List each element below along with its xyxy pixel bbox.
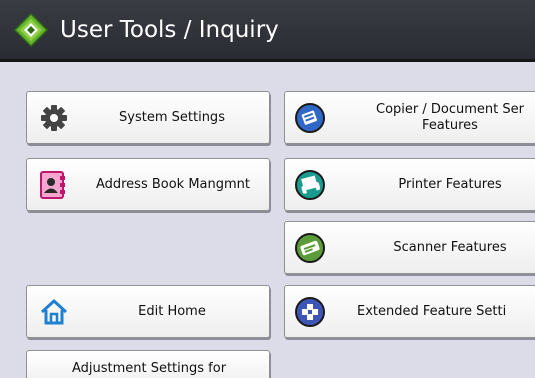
tools-diamond-icon	[13, 12, 49, 48]
extended-feature-settings-button[interactable]: Extended Feature Setti	[284, 285, 535, 338]
address-book-button[interactable]: Address Book Mangmnt	[26, 158, 270, 211]
scanner-features-label: Scanner Features	[393, 239, 507, 255]
adjustment-settings-label: Adjustment Settings for	[71, 361, 227, 376]
adjustment-settings-button[interactable]: Adjustment Settings for	[26, 350, 270, 378]
address-book-label: Address Book Mangmnt	[95, 176, 251, 192]
extended-feature-settings-label: Extended Feature Setti	[357, 303, 507, 319]
user-tools-screen: User Tools / Inquiry System Settings Add…	[0, 0, 535, 378]
printer-icon	[295, 169, 325, 200]
printer-features-button[interactable]: Printer Features	[284, 158, 535, 211]
page-title: User Tools / Inquiry	[60, 17, 279, 43]
address-book-icon	[39, 170, 67, 200]
scanner-features-button[interactable]: Scanner Features	[284, 221, 535, 274]
title-bar: User Tools / Inquiry	[0, 0, 535, 62]
copier-features-label-line1: Copier / Document Ser	[376, 101, 524, 117]
system-settings-label: System Settings	[119, 109, 225, 125]
home-icon	[39, 298, 69, 326]
copier-features-label: Copier / Document Ser Features	[345, 92, 535, 143]
copier-features-label-line2: Features	[422, 117, 478, 133]
scanner-icon	[295, 232, 325, 263]
gear-icon	[39, 103, 69, 133]
printer-features-label: Printer Features	[398, 176, 502, 192]
system-settings-button[interactable]: System Settings	[26, 91, 270, 144]
extended-feature-icon	[295, 296, 325, 327]
edit-home-label: Edit Home	[138, 303, 206, 319]
edit-home-button[interactable]: Edit Home	[26, 285, 270, 338]
copier-document-server-features-button[interactable]: Copier / Document Ser Features	[284, 91, 535, 144]
copier-icon	[295, 102, 325, 133]
